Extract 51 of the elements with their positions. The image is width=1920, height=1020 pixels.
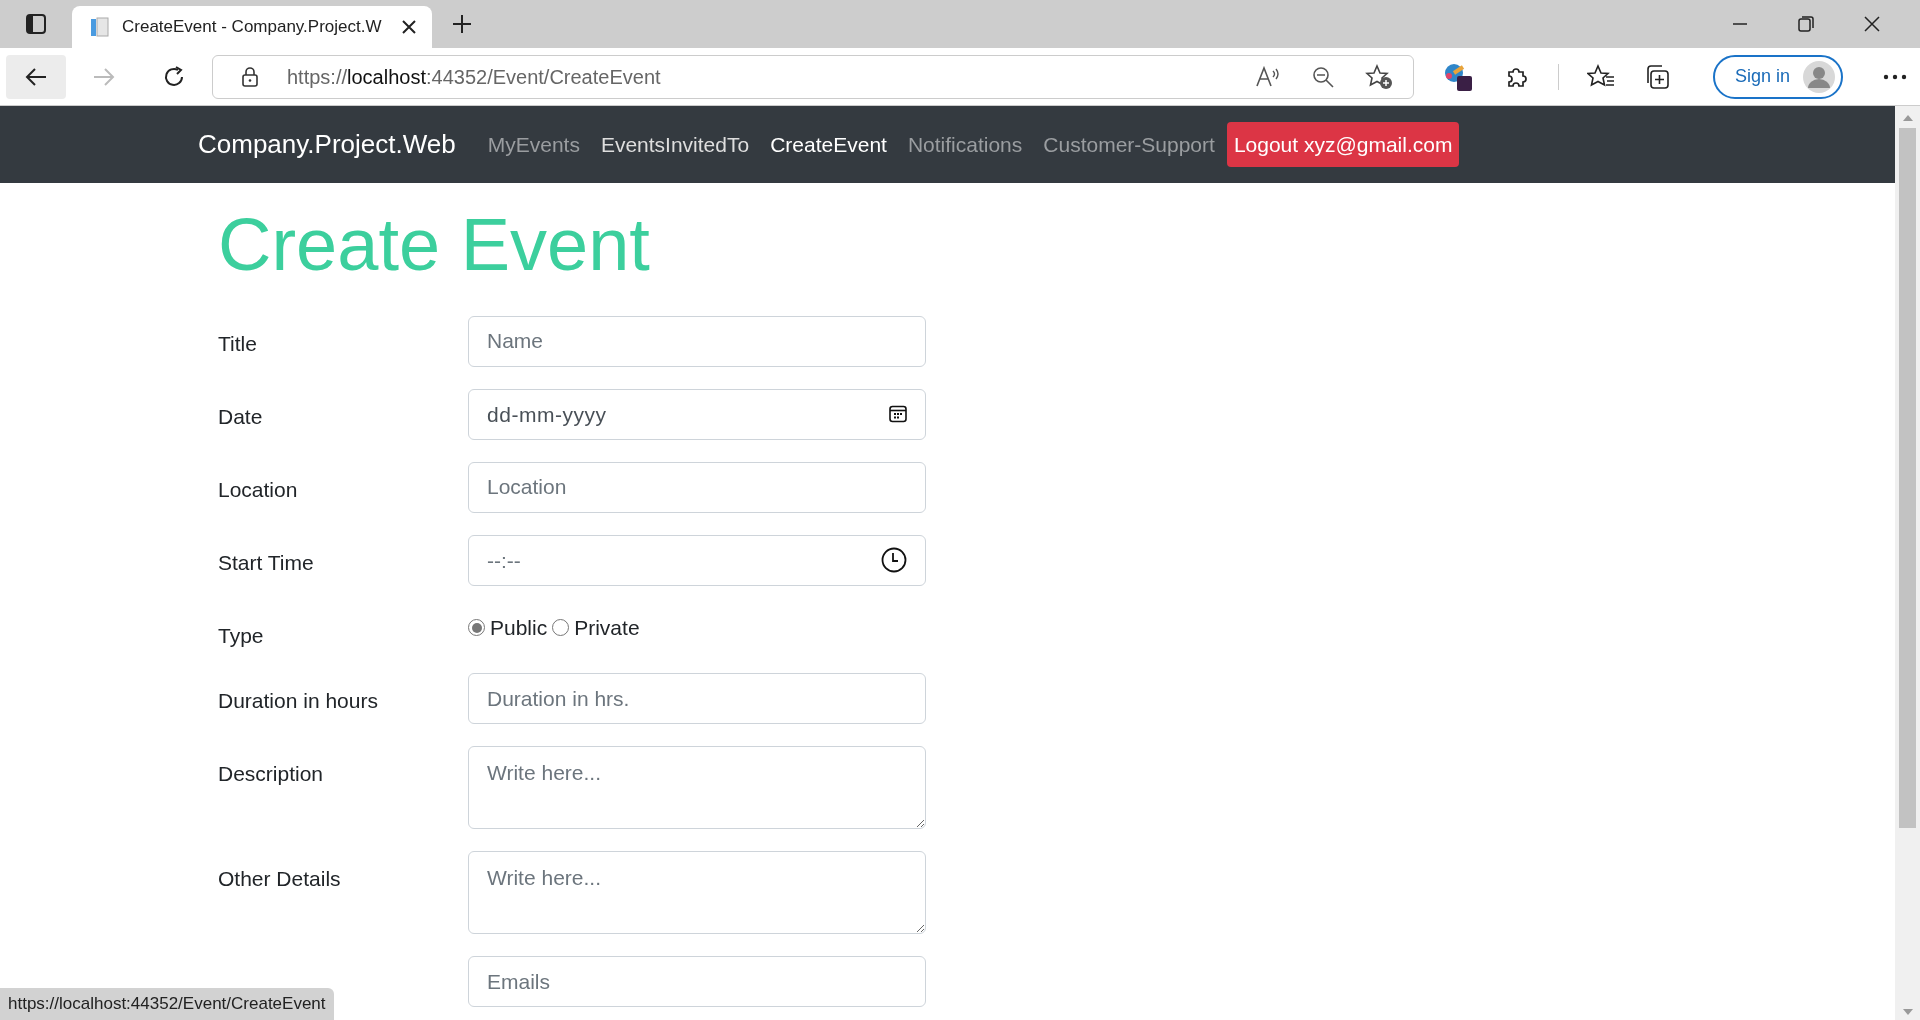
field-label: Description [218,761,325,788]
text-area[interactable]: Write here... [468,851,926,935]
clock-icon[interactable] [881,547,907,574]
field-label: Location [218,476,299,503]
new-tab-icon[interactable] [452,14,472,34]
tab-title: CreateEvent - Company.Project.W [122,16,383,39]
text-area[interactable]: Write here... [468,746,926,830]
text-field[interactable]: Emails [468,956,926,1008]
brand-link[interactable]: Company.Project.Web [198,125,456,164]
close-icon[interactable] [1864,16,1880,32]
text-field[interactable]: Location [468,461,926,513]
field-label: Duration in hours [218,688,379,715]
read-aloud-icon[interactable] [1255,65,1281,88]
reload-icon[interactable] [162,64,186,89]
favorite-add-icon[interactable] [1365,63,1393,90]
radio-label[interactable]: Private [574,611,640,644]
time-field[interactable]: --:-- [468,534,926,586]
zoom-out-icon[interactable] [1311,64,1335,89]
nav-link[interactable]: MyEvents [487,128,580,161]
field-label: Type [218,622,265,649]
text-field[interactable]: Duration in hrs. [468,673,926,725]
avatar-icon [1803,60,1835,93]
nav-link[interactable]: Notifications [907,128,1023,161]
date-field[interactable]: dd-mm-yyyy [468,388,926,440]
field-label: Other Details [218,866,342,893]
nav-link[interactable]: CreateEvent [770,128,887,161]
browser-tab[interactable]: CreateEvent - Company.Project.W [72,6,432,48]
sidebar-icon[interactable] [25,13,47,35]
more-icon[interactable] [1883,73,1907,80]
radio-button[interactable] [468,619,485,637]
radio-button[interactable] [552,619,570,637]
logout-button[interactable]: Logout xyz@gmail.com [1226,122,1460,167]
radio-label[interactable]: Public [490,611,548,644]
page-heading: Create Event [218,202,651,288]
restore-icon[interactable] [1798,16,1814,32]
field-label: Date [218,403,264,430]
nav-link[interactable]: Customer-Support [1043,128,1215,161]
back-button[interactable] [6,54,66,99]
field-label: Title [218,330,258,357]
calendar-icon[interactable] [889,405,907,424]
close-icon[interactable] [402,20,416,34]
lock-icon [241,65,259,88]
field-label: Start Time [218,549,315,576]
nav-link[interactable]: EventsInvitedTo [600,128,750,161]
url-text: https://localhost:44352/Event/CreateEvent [287,64,662,90]
back-icon [24,66,48,87]
page-icon [88,16,110,38]
address-bar[interactable]: https://localhost:44352/Event/CreateEvent [212,54,1414,99]
sign-in-button[interactable]: Sign in [1713,54,1843,99]
text-field[interactable]: Name [468,315,926,367]
status-url: https://localhost:44352/Event/CreateEvent [0,988,334,1020]
